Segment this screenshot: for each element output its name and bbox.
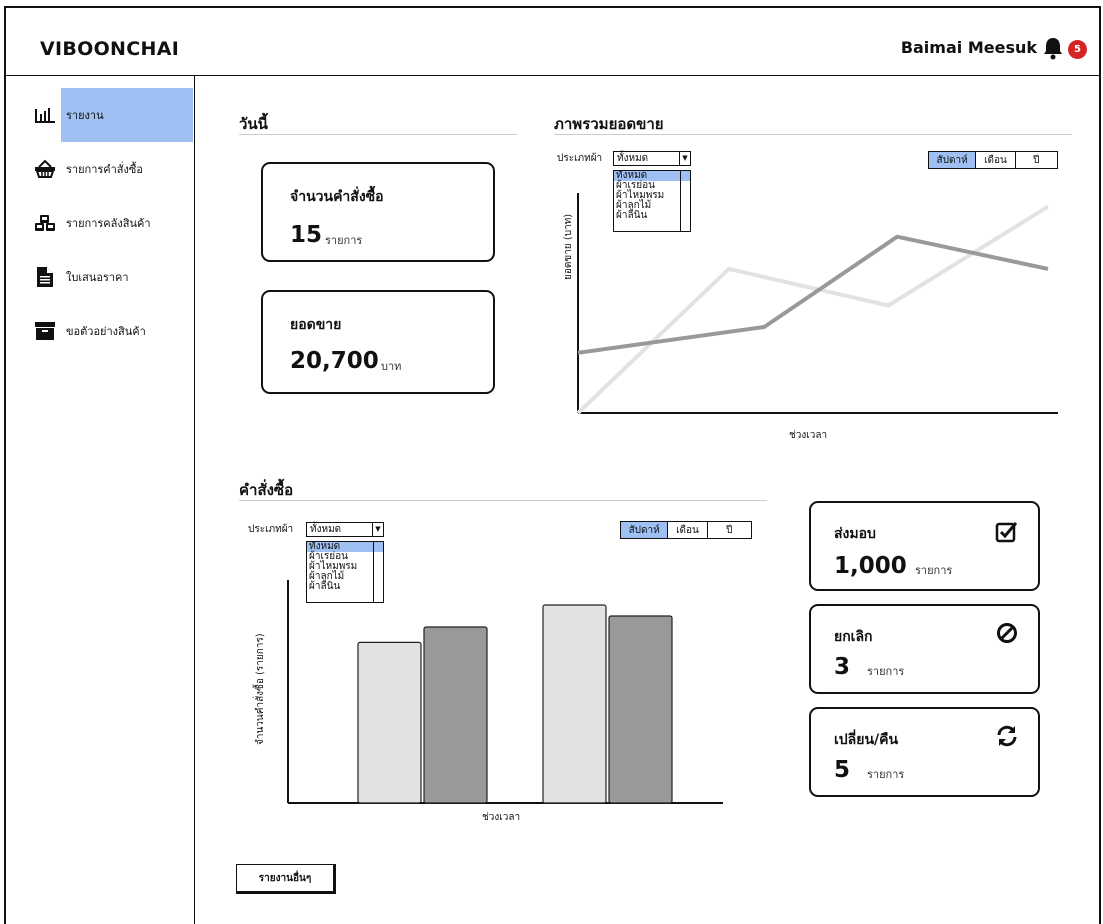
card-title: จำนวนคำสั่งซื้อ (290, 189, 384, 205)
sidebar-item-reports[interactable]: รายงาน (6, 88, 193, 142)
cancelled-card: ยกเลิก 3 รายการ (809, 604, 1040, 694)
bell-icon[interactable] (1042, 36, 1064, 60)
tab-week[interactable]: สัปดาห์ (621, 522, 669, 538)
tab-year[interactable]: ปี (708, 522, 751, 538)
tab-year[interactable]: ปี (1016, 152, 1057, 168)
sidebar-item-orders[interactable]: รายการคำสั่งซื้อ (6, 142, 193, 196)
card-value: 1,000 (834, 553, 907, 579)
period-toggle: สัปดาห์ เดือน ปี (928, 151, 1058, 169)
card-value: 3 (834, 654, 851, 680)
tab-month[interactable]: เดือน (976, 152, 1016, 168)
tab-month[interactable]: เดือน (668, 522, 708, 538)
sidebar-item-label: ใบเสนอราคา (66, 271, 129, 284)
exchange-return-card: เปลี่ยน/คืน 5 รายการ (809, 707, 1040, 797)
card-value: 15 (290, 222, 323, 248)
card-title: ยอดขาย (290, 317, 342, 333)
card-unit: รายการ (867, 768, 905, 781)
sidebar-item-label: รายงาน (66, 109, 104, 122)
brand-logo[interactable]: VIBOONCHAI (40, 38, 179, 60)
app-frame: VIBOONCHAI Baimai Meesuk 5 รายงาน รายการ… (4, 6, 1101, 924)
fabric-type-select[interactable]: ทั้งหมด ▼ (613, 151, 691, 166)
notification-badge[interactable]: 5 (1068, 40, 1087, 59)
card-value: 20,700 (290, 348, 379, 374)
today-title: วันนี้ (239, 115, 268, 133)
sidebar-item-label: รายการคลังสินค้า (66, 217, 151, 230)
select-value: ทั้งหมด (617, 153, 649, 164)
delivered-card: ส่งมอบ 1,000 รายการ (809, 501, 1040, 591)
sidebar-item-quotation[interactable]: ใบเสนอราคา (6, 250, 193, 304)
chevron-down-icon[interactable]: ▼ (372, 523, 383, 536)
tab-week[interactable]: สัปดาห์ (929, 152, 977, 168)
sales-overview-divider (554, 134, 1072, 135)
sales-line-chart (576, 193, 1058, 415)
today-divider (239, 134, 517, 135)
basket-icon (34, 158, 56, 180)
orders-section-title: คำสั่งซื้อ (239, 481, 294, 499)
bar-series-1-group-2 (542, 604, 607, 804)
user-name[interactable]: Baimai Meesuk (901, 38, 1037, 57)
bar-series-2-group-2 (608, 615, 673, 804)
card-unit: รายการ (867, 665, 905, 678)
card-title: เปลี่ยน/คืน (834, 732, 899, 748)
sidebar-item-label: รายการคำสั่งซื้อ (66, 163, 143, 176)
period-toggle: สัปดาห์ เดือน ปี (620, 521, 752, 539)
cubes-icon (34, 212, 56, 234)
line-series-2 (577, 234, 1049, 355)
sidebar: รายงาน รายการคำสั่งซื้อ รายการคลังสินค้า… (6, 76, 195, 924)
y-axis-label: จำนวนคำสั่งซื้อ (รายการ) (255, 633, 266, 745)
checkbox-icon (995, 522, 1018, 543)
fabric-filter-label: ประเภทผ้า (248, 524, 294, 535)
bar-chart-icon (34, 104, 56, 126)
orders-section-divider (239, 500, 767, 501)
document-icon (34, 266, 56, 288)
card-value: 5 (834, 757, 851, 783)
sidebar-item-inventory[interactable]: รายการคลังสินค้า (6, 196, 193, 250)
line-series-1 (576, 204, 1050, 415)
x-axis-label: ช่วงเวลา (482, 812, 521, 823)
card-unit: รายการ (325, 234, 363, 247)
sidebar-item-label: ขอตัวอย่างสินค้า (66, 325, 146, 338)
bar-series-1-group-1 (357, 641, 422, 804)
card-title: ยกเลิก (834, 629, 873, 645)
top-bar: VIBOONCHAI Baimai Meesuk 5 (6, 8, 1099, 76)
y-axis-label: ยอดขาย (บาท) (563, 213, 574, 280)
fabric-filter-label: ประเภทผ้า (557, 153, 603, 164)
archive-box-icon (34, 320, 56, 342)
card-unit: รายการ (915, 564, 953, 577)
orders-bar-chart (287, 580, 723, 804)
bar-series-2-group-1 (423, 626, 488, 804)
orders-count-card: จำนวนคำสั่งซื้อ 15 รายการ (261, 162, 495, 262)
refresh-icon (997, 725, 1017, 747)
sidebar-item-sample-request[interactable]: ขอตัวอย่างสินค้า (6, 304, 193, 358)
sales-card: ยอดขาย 20,700 บาท (261, 290, 495, 394)
card-title: ส่งมอบ (834, 526, 876, 542)
select-value: ทั้งหมด (310, 524, 342, 535)
fabric-type-select[interactable]: ทั้งหมด ▼ (306, 522, 384, 537)
sales-overview-title: ภาพรวมยอดขาย (554, 115, 664, 133)
x-axis-label: ช่วงเวลา (789, 430, 828, 441)
card-unit: บาท (381, 360, 402, 373)
cancel-icon (997, 623, 1017, 643)
chevron-down-icon[interactable]: ▼ (679, 152, 690, 165)
other-reports-button[interactable]: รายงานอื่นๆ (236, 864, 336, 894)
